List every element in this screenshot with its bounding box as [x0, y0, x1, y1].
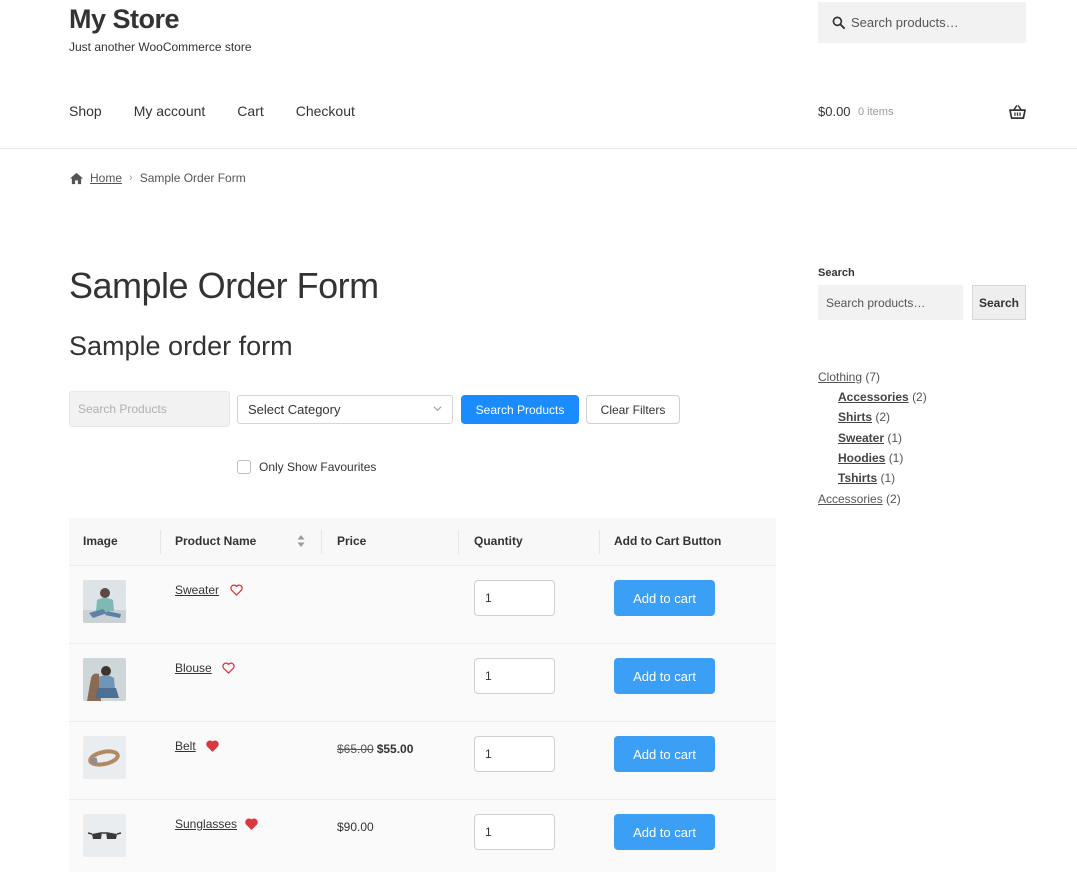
favourites-label[interactable]: Only Show Favourites	[259, 460, 376, 474]
quantity-input[interactable]	[474, 580, 555, 616]
page-title: Sample Order Form	[69, 265, 379, 306]
product-name-link[interactable]: Sunglasses	[175, 817, 237, 831]
heart-outline-icon[interactable]	[222, 662, 235, 674]
site-title[interactable]: My Store	[69, 4, 180, 35]
table-header: Image Product Name Price Quantity Add to…	[69, 518, 776, 566]
category-count: (2)	[912, 390, 927, 404]
site-tagline: Just another WooCommerce store	[69, 40, 252, 54]
nav-item-shop[interactable]: Shop	[69, 103, 102, 119]
header-divider	[0, 148, 1077, 149]
add-to-cart-button[interactable]: Add to cart	[614, 580, 715, 616]
category-select-value: Select Category	[248, 402, 341, 417]
column-header-add-to-cart: Add to Cart Button	[614, 534, 722, 548]
column-header-price: Price	[337, 534, 367, 548]
product-price	[337, 586, 340, 600]
product-price	[337, 664, 340, 678]
product-name-link[interactable]: Blouse	[175, 661, 212, 675]
category-select[interactable]: Select Category	[237, 395, 453, 424]
product-price-current: $55.00	[376, 742, 414, 756]
quantity-input[interactable]	[474, 658, 555, 694]
category-item-sweater: Sweater (1)	[838, 431, 902, 445]
category-count: (7)	[865, 370, 881, 384]
category-link[interactable]: Sweater	[838, 431, 884, 445]
breadcrumb-current: Sample Order Form	[139, 171, 246, 185]
sort-icon[interactable]	[297, 534, 305, 548]
primary-nav: Shop My account Cart Checkout	[69, 103, 355, 119]
category-item-accessories: Accessories (2)	[838, 390, 927, 404]
quantity-input[interactable]	[474, 736, 555, 772]
product-price-old: $65.00	[337, 742, 374, 756]
column-header-image: Image	[83, 534, 118, 548]
category-link[interactable]: Accessories	[818, 492, 883, 506]
breadcrumb: Home › Sample Order Form	[69, 171, 246, 185]
header-search-input[interactable]	[851, 15, 1011, 30]
favourites-checkbox[interactable]	[237, 460, 251, 474]
table-row: Belt $65.00$55.00 Add to cart	[69, 722, 776, 800]
heart-filled-icon[interactable]	[245, 818, 258, 830]
category-count: (2)	[875, 410, 891, 424]
basket-icon[interactable]	[1009, 104, 1026, 120]
column-header-product-name[interactable]: Product Name	[175, 534, 256, 548]
nav-item-checkout[interactable]: Checkout	[296, 103, 355, 119]
quantity-input[interactable]	[474, 814, 555, 850]
add-to-cart-button[interactable]: Add to cart	[614, 658, 715, 694]
product-image-belt[interactable]	[83, 736, 126, 779]
column-divider	[160, 530, 161, 554]
category-item-accessories: Accessories (2)	[818, 492, 901, 506]
add-to-cart-button[interactable]: Add to cart	[614, 814, 715, 850]
product-image-sunglasses[interactable]	[83, 814, 126, 857]
header-search-box[interactable]	[818, 2, 1026, 43]
add-to-cart-button[interactable]: Add to cart	[614, 736, 715, 772]
product-table: Image Product Name Price Quantity Add to…	[69, 518, 776, 872]
nav-item-my-account[interactable]: My account	[134, 103, 206, 119]
clear-filters-button[interactable]: Clear Filters	[586, 395, 680, 424]
sidebar-search-heading: Search	[818, 267, 855, 279]
category-count: (2)	[886, 492, 901, 506]
table-row: Sunglasses $90.00 Add to cart	[69, 800, 776, 872]
search-icon	[832, 16, 845, 29]
table-row: Blouse Add to cart	[69, 644, 776, 722]
cart-total[interactable]: $0.00	[818, 104, 851, 119]
column-divider	[321, 530, 322, 554]
category-item-hoodies: Hoodies (1)	[838, 451, 903, 465]
category-count: (1)	[888, 451, 904, 465]
product-name-link[interactable]: Belt	[175, 739, 196, 753]
search-products-button[interactable]: Search Products	[461, 395, 579, 424]
category-link[interactable]: Clothing	[818, 370, 862, 384]
category-link[interactable]: Tshirts	[838, 471, 877, 485]
breadcrumb-home-link[interactable]: Home	[90, 171, 122, 185]
heart-outline-icon[interactable]	[230, 584, 243, 596]
product-image-sweater[interactable]	[83, 580, 126, 623]
chevron-down-icon	[433, 406, 442, 412]
category-link[interactable]: Shirts	[838, 410, 872, 424]
category-item-clothing: Clothing (7)	[818, 370, 880, 384]
category-link[interactable]: Hoodies	[838, 451, 885, 465]
sidebar-search-button[interactable]: Search	[972, 285, 1026, 320]
product-price: $90.00	[337, 820, 374, 834]
home-icon	[70, 172, 83, 184]
category-item-shirts: Shirts (2)	[838, 410, 890, 424]
heart-filled-icon[interactable]	[206, 740, 219, 752]
category-item-tshirts: Tshirts (1)	[838, 471, 895, 485]
product-image-blouse[interactable]	[83, 658, 126, 701]
product-price: $65.00 $55.00	[337, 742, 413, 756]
product-price-current: $90.00	[337, 820, 374, 834]
nav-item-cart[interactable]: Cart	[237, 103, 263, 119]
column-header-quantity: Quantity	[474, 534, 523, 548]
product-search-input[interactable]	[69, 391, 230, 427]
form-title: Sample order form	[69, 331, 293, 361]
product-name-link[interactable]: Sweater	[175, 583, 219, 597]
table-row: Sweater Add to cart	[69, 566, 776, 644]
column-divider	[599, 530, 600, 554]
chevron-right-icon: ›	[129, 172, 133, 184]
column-divider	[458, 530, 459, 554]
category-count: (1)	[887, 431, 903, 445]
sidebar-search-input[interactable]	[818, 285, 963, 320]
category-count: (1)	[880, 471, 896, 485]
category-link[interactable]: Accessories	[838, 390, 909, 404]
cart-item-count[interactable]: 0 items	[858, 106, 893, 118]
